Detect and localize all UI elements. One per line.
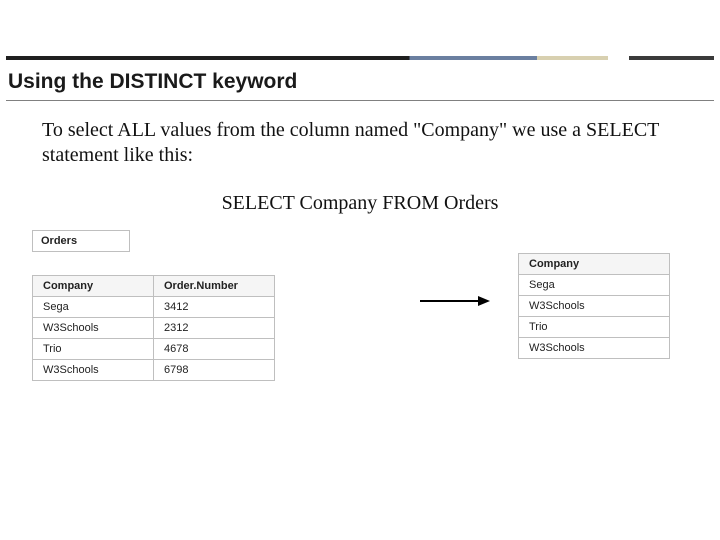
cell: W3Schools [33,360,154,381]
cell: 3412 [154,297,275,318]
page-title: Using the DISTINCT keyword [8,70,297,94]
table-row: W3Schools [519,296,670,317]
table-row: Trio [519,317,670,338]
table-row: Sega 3412 [33,297,275,318]
orders-table: Company Order.Number Sega 3412 W3Schools… [32,275,275,381]
result-col-company: Company [519,254,670,275]
arrow-icon [420,295,490,307]
orders-col-ordernumber: Order.Number [154,276,275,297]
cell: W3Schools [519,296,670,317]
title-underline [6,100,714,101]
table-row: Sega [519,275,670,296]
cell: 4678 [154,339,275,360]
result-table: Company Sega W3Schools Trio W3Schools [518,253,670,359]
cell: 2312 [154,318,275,339]
orders-col-company: Company [33,276,154,297]
cell: Trio [519,317,670,338]
sql-statement: SELECT Company FROM Orders [0,192,720,215]
cell: Trio [33,339,154,360]
cell: W3Schools [33,318,154,339]
cell: Sega [33,297,154,318]
cell: 6798 [154,360,275,381]
table-row: W3Schools 2312 [33,318,275,339]
cell: Sega [519,275,670,296]
body-paragraph: To select ALL values from the column nam… [42,118,680,168]
table-row: W3Schools 6798 [33,360,275,381]
orders-table-label: Orders [32,230,130,252]
cell: W3Schools [519,338,670,359]
table-row: Trio 4678 [33,339,275,360]
table-row: W3Schools [519,338,670,359]
decorative-top-rule [6,56,714,60]
